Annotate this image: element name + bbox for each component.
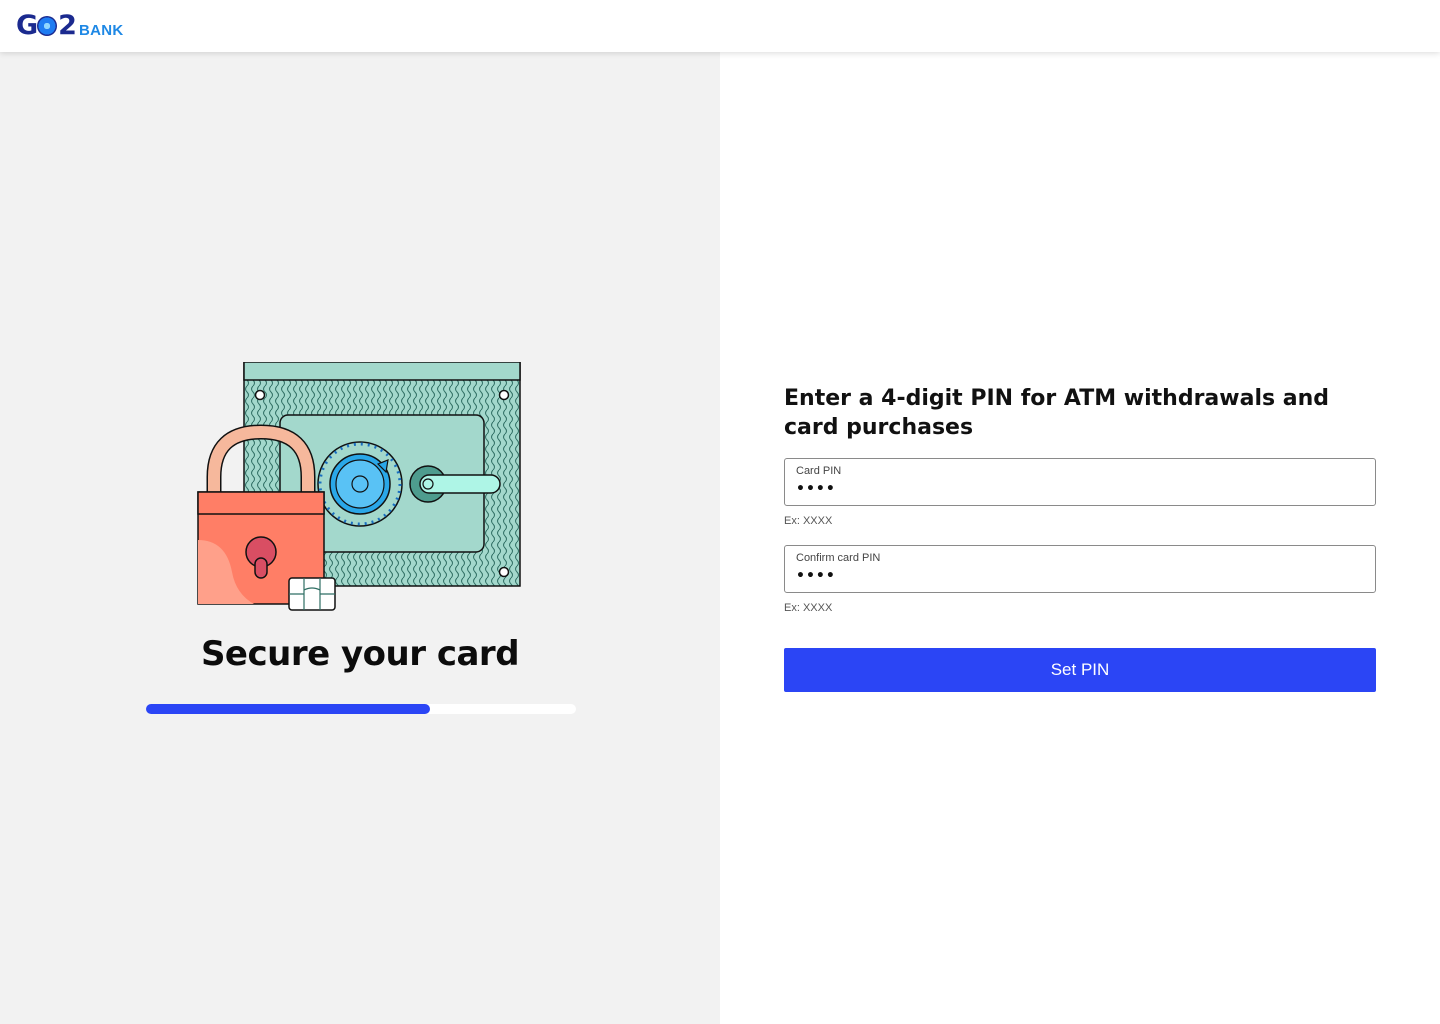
card-pin-label: Card PIN (796, 465, 842, 477)
card-pin-input[interactable]: •••• (796, 481, 836, 497)
progress-bar (146, 704, 576, 714)
progress-fill (146, 704, 430, 714)
form-title: Enter a 4-digit PIN for ATM withdrawals … (784, 386, 1329, 440)
go2bank-logo[interactable]: G2 BANK (16, 10, 124, 42)
logo-wordmark: G2 (16, 10, 77, 42)
logo-bank-text: BANK (78, 22, 124, 39)
confirm-pin-hint: Ex: XXXX (784, 602, 833, 614)
hero-title: Secure your card (200, 634, 520, 674)
set-pin-button[interactable]: Set PIN (784, 648, 1376, 692)
card-pin-field[interactable]: Card PIN •••• (784, 458, 1376, 506)
card-chip-icon (288, 577, 336, 611)
logo-two: 2 (58, 10, 77, 41)
card-pin-hint: Ex: XXXX (784, 515, 833, 527)
logo-g: G (16, 10, 38, 41)
logo-o-icon (37, 16, 58, 36)
hero-panel: Secure your card (0, 52, 720, 1024)
confirm-pin-input[interactable]: •••• (796, 568, 836, 584)
confirm-pin-label: Confirm card PIN (796, 552, 881, 564)
lock-safe-card-illustration (197, 362, 521, 611)
confirm-pin-field[interactable]: Confirm card PIN •••• (784, 545, 1376, 593)
top-bar: G2 BANK (0, 0, 1440, 52)
pin-form-panel: Enter a 4-digit PIN for ATM withdrawals … (720, 52, 1440, 1024)
